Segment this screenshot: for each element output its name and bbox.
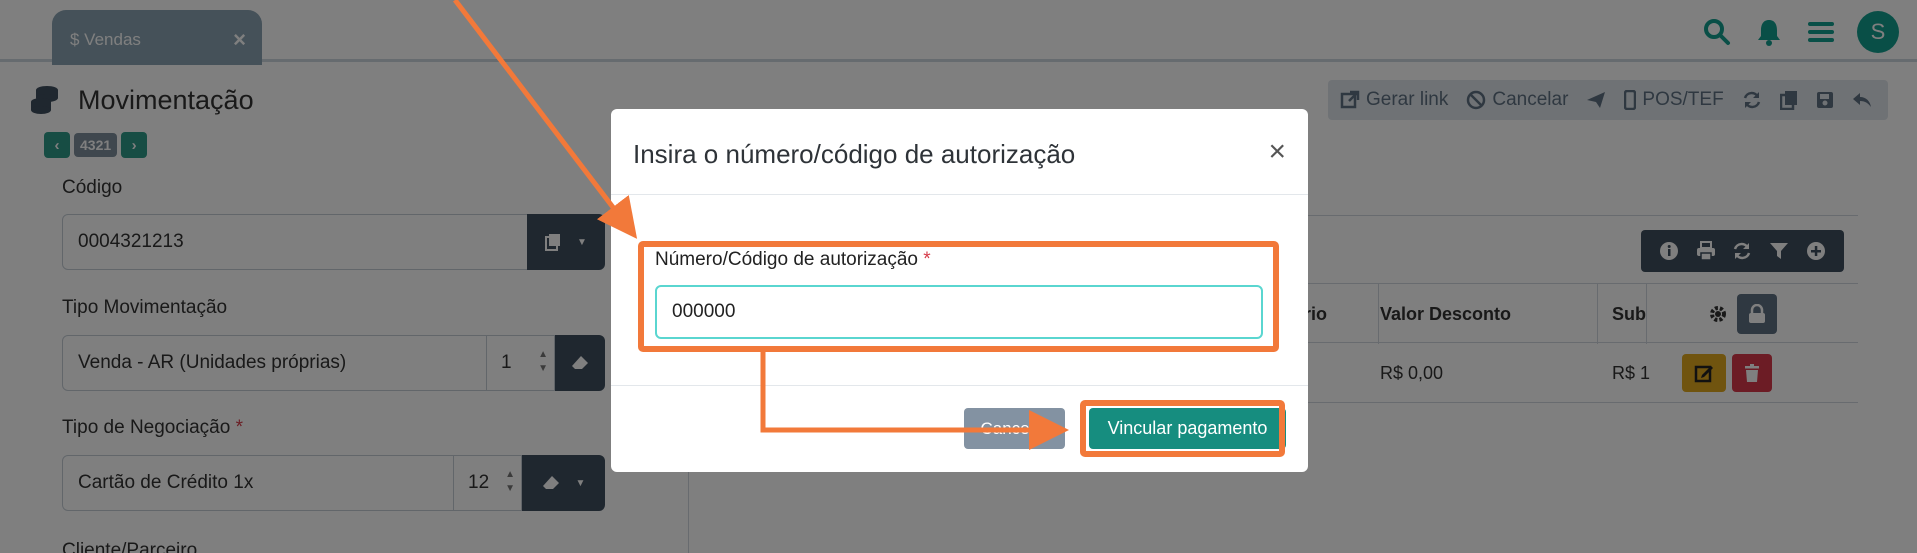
authorization-modal: Insira o número/código de autorização × …: [611, 109, 1308, 472]
cancel-button[interactable]: Cancelar: [964, 408, 1065, 449]
modal-header: Insira o número/código de autorização ×: [611, 109, 1308, 195]
link-payment-button[interactable]: Vincular pagamento: [1089, 408, 1286, 449]
close-icon[interactable]: ×: [1268, 137, 1286, 167]
authorization-code-input[interactable]: 000000: [655, 285, 1263, 339]
authorization-code-label-text: Número/Código de autorização: [655, 249, 918, 270]
modal-title: Insira o número/código de autorização: [633, 139, 1076, 169]
required-marker: *: [923, 249, 931, 270]
authorization-code-label: Número/Código de autorização *: [655, 249, 931, 271]
